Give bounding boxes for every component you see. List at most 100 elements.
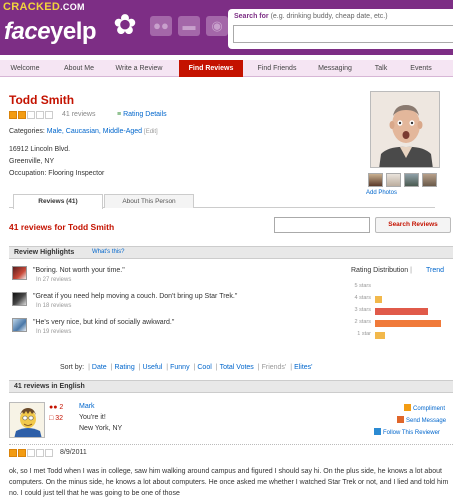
follow-reviewer-link[interactable]: Follow This Reviewer: [374, 428, 440, 436]
star-icon: [27, 111, 35, 119]
send-message-link[interactable]: Send Message: [397, 416, 446, 424]
photo-thumbnail[interactable]: [386, 173, 401, 187]
occupation: Occupation: Flooring Inspector: [9, 170, 105, 177]
categories-line: Categories: Male, Caucasian, Middle-Aged…: [9, 128, 158, 135]
review-rating-stars: [9, 449, 53, 457]
star-icon: [36, 111, 44, 119]
highlight-quote: "He's very nice, but kind of socially aw…: [33, 319, 175, 326]
nav-find-reviews[interactable]: Find Reviews: [179, 60, 243, 77]
person-photo-icon: [371, 92, 439, 167]
profile-tabs: Reviews (41) About This Person: [9, 194, 435, 209]
follow-label: Follow This Reviewer: [383, 430, 440, 436]
rating-details-link[interactable]: Rating Details: [117, 111, 167, 118]
sort-elites[interactable]: Elites': [294, 364, 312, 371]
distribution-row-label: 2 stars: [354, 319, 371, 325]
reviewer-portrait-icon: [10, 403, 44, 437]
compliment-link[interactable]: Compliment: [404, 404, 445, 412]
sort-useful[interactable]: Useful: [143, 364, 163, 371]
trend-link[interactable]: Trend: [426, 267, 444, 274]
photo-thumbnail[interactable]: [404, 173, 419, 187]
star-icon: [45, 449, 53, 457]
nav-about-me[interactable]: About Me: [53, 60, 105, 77]
search-hint: (e.g. drinking buddy, cheap date, etc.): [270, 13, 388, 20]
photo-thumbnail[interactable]: [368, 173, 383, 187]
search-label: Search for (e.g. drinking buddy, cheap d…: [234, 13, 388, 20]
profile-rating-stars: [9, 111, 53, 119]
nav-write-review[interactable]: Write a Review: [105, 60, 173, 77]
sort-total-votes[interactable]: Total Votes: [220, 364, 254, 371]
follow-icon: [374, 428, 381, 435]
distribution-bar: [375, 308, 428, 315]
edit-categories-link[interactable]: [Edit]: [144, 129, 158, 135]
review-date: 8/9/2011: [60, 449, 87, 456]
nav-welcome[interactable]: Welcome: [5, 60, 45, 77]
review-search-input[interactable]: [274, 217, 370, 233]
categories-value[interactable]: Male, Caucasian, Middle-Aged: [47, 128, 142, 135]
address-line-1: 16912 Lincoln Blvd.: [9, 146, 71, 153]
globe-icon[interactable]: ◉: [206, 16, 228, 36]
cracked-watermark: CRACKED.COM: [3, 1, 85, 13]
reviews-english-bar: 41 reviews in English: [9, 380, 453, 393]
review-count: 41 reviews: [62, 111, 96, 118]
friends-icon[interactable]: ●●: [150, 16, 172, 36]
tab-about-this-person[interactable]: About This Person: [104, 194, 194, 208]
review-stat: □ 32: [49, 415, 63, 422]
photo-thumbnail[interactable]: [422, 173, 437, 187]
profile-name: Todd Smith: [9, 93, 75, 107]
reviews-heading: 41 reviews for Todd Smith: [9, 222, 115, 232]
facebook-yelp-logo[interactable]: faceyelp: [4, 18, 97, 46]
compliment-icon: [404, 404, 411, 411]
sort-funny[interactable]: Funny: [170, 364, 189, 371]
sort-label: Sort by:: [60, 364, 85, 371]
distribution-row-label: 5 stars: [354, 283, 371, 289]
star-icon: [36, 449, 44, 457]
sort-cool[interactable]: Cool: [197, 364, 211, 371]
categories-label: Categories:: [9, 128, 45, 135]
tab-reviews[interactable]: Reviews (41): [13, 194, 103, 209]
nav-talk[interactable]: Talk: [363, 60, 399, 77]
sort-friends[interactable]: Friends': [262, 364, 287, 371]
review-divider: [9, 444, 453, 445]
messages-icon[interactable]: ▬: [178, 16, 200, 36]
distribution-bar: [375, 296, 382, 303]
message-icon: [397, 416, 404, 423]
search-panel: Search for (e.g. drinking buddy, cheap d…: [228, 9, 453, 49]
distribution-bar: [375, 332, 385, 339]
highlight-photo-icon: [12, 292, 27, 306]
send-message-label: Send Message: [406, 418, 447, 424]
highlight-count: In 19 reviews: [36, 329, 72, 335]
highlight-photo-icon: [12, 318, 27, 332]
header-icons: ●● ▬ ◉: [150, 16, 228, 36]
reviewer-avatar[interactable]: [9, 402, 45, 438]
star-icon: [45, 111, 53, 119]
highlight-count: In 18 reviews: [36, 303, 72, 309]
star-icon: [9, 449, 17, 457]
reviewer-name[interactable]: Mark: [79, 403, 95, 410]
distribution-row-label: 4 stars: [354, 295, 371, 301]
profile-photo[interactable]: [370, 91, 440, 168]
sort-date[interactable]: Date: [92, 364, 107, 371]
sort-rating[interactable]: Rating: [114, 364, 134, 371]
search-input[interactable]: [233, 25, 453, 43]
star-icon: [27, 449, 35, 457]
star-icon: [18, 449, 26, 457]
distribution-row-label: 3 stars: [354, 307, 371, 313]
highlight-quote: "Great if you need help moving a couch. …: [33, 293, 238, 300]
reviewer-location: New York, NY: [79, 425, 123, 432]
search-reviews-button[interactable]: Search Reviews: [375, 217, 451, 233]
review-highlights-title: Review Highlights: [14, 249, 75, 256]
nav-messaging[interactable]: Messaging: [307, 60, 363, 77]
whats-this-link[interactable]: What's this?: [92, 249, 125, 255]
logo-face: face: [4, 18, 51, 45]
photo-thumbnails: [368, 173, 437, 187]
main-nav: Welcome About Me Write a Review Find Rev…: [0, 60, 453, 77]
review-body: ok, so I met Todd when I was in college,…: [9, 468, 449, 497]
review-stat-value: 32: [55, 415, 63, 422]
nav-find-friends[interactable]: Find Friends: [247, 60, 307, 77]
friend-count: ●● 2: [49, 404, 64, 411]
distribution-bar: [375, 320, 441, 327]
nav-events[interactable]: Events: [399, 60, 443, 77]
sort-bar: Sort by: | Date | Rating | Useful | Funny | C…: [60, 364, 313, 371]
yelp-burst-icon: ✿: [113, 9, 137, 40]
watermark-left: CRACKED: [3, 1, 61, 13]
